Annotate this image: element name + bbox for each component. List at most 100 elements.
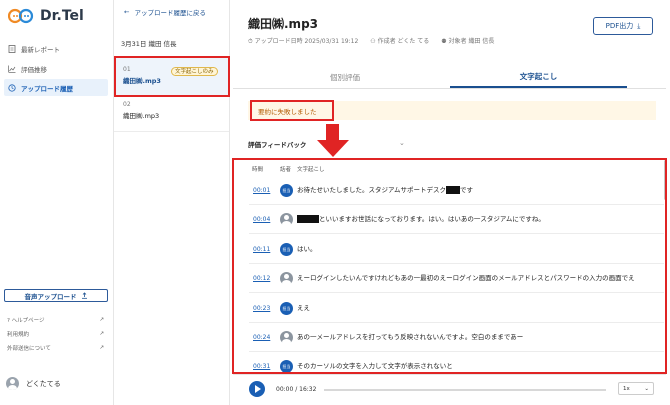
transcript-text-part: お待たせいたしました。スタジアムサポートデスク xyxy=(297,186,447,194)
timestamp-link[interactable]: 00:01 xyxy=(253,176,270,205)
arrow-left-icon: ← xyxy=(124,8,130,16)
table-row: 00:11 担当 はい。 xyxy=(249,235,664,264)
transcript-text: えーログインしたいんですけれどもあの一最初のえーログイン画面のメールアドレスとパ… xyxy=(297,264,663,293)
red-arrow-shaft xyxy=(326,124,339,140)
transcript-text: はい。 xyxy=(297,235,663,264)
column-header-transcript: 文字起こし xyxy=(297,167,325,173)
chart-icon xyxy=(8,65,16,73)
transcript-text-part: ええ xyxy=(297,304,310,312)
table-row: 00:01 担当 お待たせいたしました。スタジアムサポートデスク です xyxy=(249,176,664,205)
logo[interactable]: Dr.Tel xyxy=(8,8,84,24)
transcript-text: ええ xyxy=(297,294,663,323)
table-row: 00:04 といいますお世話になっております。はい。はいあの一スタジアムにですね。 xyxy=(249,205,664,234)
tab-divider xyxy=(233,88,666,89)
playback-time: 00:00 / 16:32 xyxy=(276,386,317,393)
pdf-export-label: PDF出力 xyxy=(605,22,634,30)
staff-speaker-icon: 担当 xyxy=(280,184,293,197)
author-text: 作成者 どくた てる xyxy=(377,38,430,45)
scrollbar[interactable] xyxy=(664,160,667,200)
transcript-text-part: です xyxy=(460,186,474,194)
chevron-down-icon: ⌄ xyxy=(644,385,649,392)
download-icon: ⤓ xyxy=(637,21,641,30)
evaluation-feedback-label[interactable]: 評価フィードバック xyxy=(248,139,306,149)
chevron-down-icon[interactable]: ⌄ xyxy=(399,139,405,147)
external-transmission-link[interactable]: 外部送信について ↗ xyxy=(7,344,104,352)
tab-individual-evaluation[interactable]: 個別評価 xyxy=(237,66,453,88)
redaction-block xyxy=(297,215,319,223)
user-menu[interactable]: どくたてる xyxy=(6,377,61,390)
timestamp-link[interactable]: 00:24 xyxy=(253,323,270,352)
list-item[interactable]: 02 織田㈱.mp3 xyxy=(114,92,229,132)
external-link-icon: ↗ xyxy=(99,331,104,337)
logo-text: Dr.Tel xyxy=(40,8,84,24)
pdf-export-button[interactable]: PDF出力 ⤓ xyxy=(593,17,653,35)
play-button[interactable] xyxy=(249,381,265,397)
sidebar-item-evaluation-trend[interactable]: 評価推移 xyxy=(4,60,108,77)
link-label: 利用規約 xyxy=(7,332,30,338)
column-header-time: 時間 xyxy=(252,167,264,173)
red-arrow-head xyxy=(317,140,349,157)
customer-speaker-icon xyxy=(280,331,293,345)
file-meta: ⏱ アップロード日時 2025/03/31 19:12 ⚇ 作成者 どくた てる… xyxy=(248,36,494,46)
timestamp-link[interactable]: 00:04 xyxy=(253,205,270,234)
link-label: 外部送信について xyxy=(7,346,51,352)
avatar xyxy=(6,377,19,390)
help-icon: ? ヘルプページ xyxy=(7,318,45,324)
speed-value: 1x xyxy=(623,385,630,392)
transcript-text-part: そのカーソルの文字を入力して文字が表示されないと xyxy=(297,362,453,370)
upload-icon xyxy=(81,292,87,299)
history-icon xyxy=(8,83,16,92)
timestamp-link[interactable]: 00:12 xyxy=(253,264,270,293)
table-row: 00:23 担当 ええ xyxy=(249,294,664,323)
table-row: 00:12 えーログインしたいんですけれどもあの一最初のえーログイン画面のメールア… xyxy=(249,264,664,293)
transcription-only-badge: 文字起こしのみ xyxy=(171,67,218,76)
help-page-link[interactable]: ? ヘルプページ ↗ xyxy=(7,316,104,324)
logo-icon xyxy=(8,8,34,24)
external-link-icon: ↗ xyxy=(99,345,104,351)
upload-date-meta: ⏱ アップロード日時 2025/03/31 19:12 xyxy=(248,38,359,45)
seek-bar[interactable] xyxy=(324,389,606,391)
sidebar: Dr.Tel 最新レポート 評価推移 アップロード履歴 音声アップロード ? ヘ… xyxy=(0,0,114,405)
transcript-text-part: えーログインしたいんですけれどもあの一最初のえーログイン画面のメールアドレスとパ… xyxy=(297,274,635,282)
target-meta: ⚉ 対象者 織田 信長 xyxy=(441,38,495,45)
customer-speaker-icon xyxy=(280,213,293,227)
target-text: 対象者 織田 信長 xyxy=(448,38,495,45)
timestamp-link[interactable]: 00:23 xyxy=(253,294,270,323)
staff-speaker-icon: 担当 xyxy=(280,243,293,256)
terms-link[interactable]: 利用規約 ↗ xyxy=(7,330,104,338)
sidebar-item-label: 最新レポート xyxy=(21,45,60,54)
audio-upload-button[interactable]: 音声アップロード xyxy=(4,289,108,302)
file-name: 織田㈱.mp3 xyxy=(123,112,160,120)
sidebar-item-upload-history[interactable]: アップロード履歴 xyxy=(4,79,108,96)
page-title: 織田㈱.mp3 xyxy=(248,17,319,31)
staff-speaker-icon: 担当 xyxy=(280,360,293,373)
customer-speaker-icon xyxy=(280,272,293,286)
sidebar-item-latest-report[interactable]: 最新レポート xyxy=(4,40,108,57)
date-group-header: 3月31日 織田 信長 xyxy=(121,40,177,48)
sidebar-item-label: 評価推移 xyxy=(21,65,47,74)
column-header-speaker: 話者 xyxy=(280,167,292,173)
staff-speaker-icon: 担当 xyxy=(280,302,293,315)
tab-label: 個別評価 xyxy=(330,72,360,82)
alert-text: 要約に失敗しました xyxy=(258,107,317,116)
back-label: アップロード履歴に戻る xyxy=(134,9,206,17)
audio-upload-label: 音声アップロード xyxy=(24,292,77,301)
upload-date-text: アップロード日時 2025/03/31 19:12 xyxy=(254,38,359,45)
file-name: 織田㈱.mp3 xyxy=(123,77,161,85)
timestamp-link[interactable]: 00:11 xyxy=(253,235,270,264)
file-number: 02 xyxy=(123,101,131,108)
transcript-text: といいますお世話になっております。はい。はいあの一スタジアムにですね。 xyxy=(297,205,663,234)
transcript-text-part: といいますお世話になっております。はい。はいあの一スタジアムにですね。 xyxy=(319,215,545,223)
transcript-text: あの一メールアドレスを打ってもう反映されないんですよ。空白のままであー xyxy=(297,323,663,352)
transcript-text-part: はい。 xyxy=(297,245,317,253)
external-link-icon: ↗ xyxy=(99,317,104,323)
redaction-block xyxy=(446,186,461,194)
sidebar-item-label: アップロード履歴 xyxy=(21,84,73,93)
upload-list-panel: ← アップロード履歴に戻る 3月31日 織田 信長 01 織田㈱.mp3 文字起… xyxy=(114,0,230,405)
report-icon xyxy=(8,44,16,53)
list-item[interactable]: 01 織田㈱.mp3 文字起こしのみ xyxy=(114,57,229,97)
tab-label: 文字起こし xyxy=(519,71,558,81)
back-link[interactable]: ← アップロード履歴に戻る xyxy=(124,7,206,17)
tab-transcription[interactable]: 文字起こし xyxy=(450,66,627,88)
playback-speed-select[interactable]: 1x ⌄ xyxy=(618,382,654,395)
